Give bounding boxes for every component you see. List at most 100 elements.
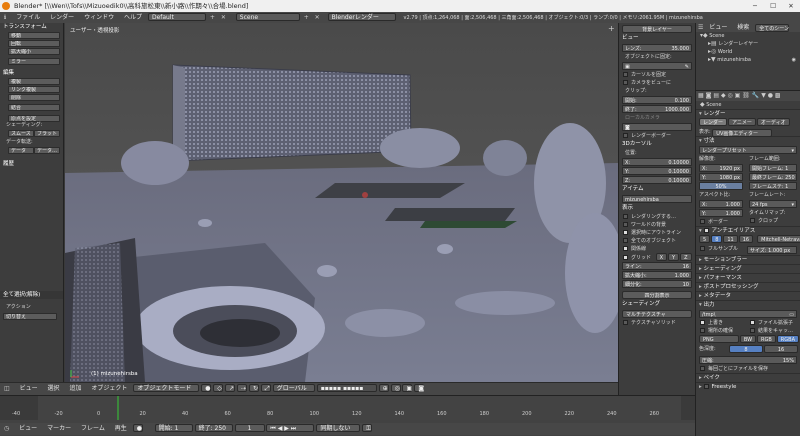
depth-8-button[interactable]: 8 (729, 345, 763, 353)
render-tab-icon[interactable]: ◙ (706, 92, 712, 100)
lock-object-field[interactable]: ▣ ✎ (622, 62, 692, 70)
duplicate-button[interactable]: 複製 (8, 78, 60, 85)
background-layer-button[interactable]: 背景レイヤー (622, 25, 692, 33)
menu-window[interactable]: ウィンドウ (80, 12, 118, 23)
menu-file[interactable]: ファイル (12, 12, 44, 23)
data-layout-button[interactable]: データ… (34, 147, 60, 154)
timeline-ruler[interactable]: -40 -20 0 20 40 60 80 100 120 140 160 180 200 220 240 2… (0, 396, 695, 420)
data-button[interactable]: データ (8, 147, 34, 154)
crop-checkbox[interactable]: クロップ (746, 217, 800, 225)
item-panel-header[interactable]: アイテム (619, 185, 695, 194)
mode-selector[interactable]: オブジェクトモード (133, 384, 200, 392)
aa-16-button[interactable]: 16 (738, 235, 754, 243)
outliner-search-menu[interactable]: 検索 (733, 23, 753, 32)
scene-tab-icon[interactable]: ◆ (721, 92, 726, 100)
render-button[interactable]: レンダー (699, 118, 728, 126)
color-rgba-button[interactable]: RGBA (776, 335, 799, 343)
aa-11-button[interactable]: 11 (723, 235, 738, 243)
grid-lines-field[interactable]: ライン: 16 (622, 262, 692, 270)
frame-start-field[interactable]: 開始フレーム: 1 (749, 164, 797, 172)
outliner-editor-icon[interactable]: ☰ (698, 24, 703, 32)
timeline-playback-menu[interactable]: 再生 (111, 423, 131, 435)
file-format-selector[interactable]: PNG (699, 335, 739, 343)
history-panel-header[interactable]: 履歴 (0, 160, 63, 168)
keying-set-icon[interactable]: ⚿ (362, 424, 373, 432)
add-menu[interactable]: 追加 (65, 383, 85, 395)
constraints-tab-icon[interactable]: ⛓ (742, 92, 750, 100)
flat-button[interactable]: フラット (34, 130, 60, 137)
start-frame-field[interactable]: 開始: 1 (154, 424, 193, 432)
compression-slider[interactable]: 圧縮: 15% (699, 356, 797, 364)
data-tab-icon[interactable]: ▼ (761, 92, 766, 100)
motion-blur-section-header[interactable]: モーションブラー (696, 255, 800, 264)
mirror-button[interactable]: ミラー (8, 58, 60, 65)
npanel-toggle-icon[interactable]: + (608, 25, 616, 33)
smooth-button[interactable]: スムース (8, 130, 34, 137)
axis-z-toggle[interactable]: Z (680, 253, 692, 261)
cache-result-checkbox[interactable]: 結果をキャッ… (746, 327, 800, 335)
resolution-y-field[interactable]: Y: 1080 px (699, 173, 743, 181)
rotate-manipulator[interactable]: ↻ (248, 384, 259, 392)
fps-selector[interactable]: 24 fps ▾ (749, 200, 797, 208)
visibility-eye-icon[interactable]: ◉ (792, 56, 796, 64)
matcap-selector[interactable]: マルチテクスチャ (622, 310, 692, 318)
outliner-display-mode[interactable]: 全てのシーン (755, 24, 790, 32)
sync-mode-selector[interactable]: 同期しない (316, 424, 361, 432)
border-checkbox[interactable]: ボーダー (696, 218, 746, 226)
outliner-renderlayer-row[interactable]: ▸▤ レンダーレイヤー (696, 40, 800, 48)
outliner-world-row[interactable]: ▸◎ World (696, 48, 800, 56)
lock-cursor-checkbox[interactable]: カーソルを固定 (619, 71, 695, 79)
manipulator-toggle[interactable]: ↗ (225, 384, 236, 392)
menu-help[interactable]: ヘルプ (120, 12, 146, 23)
world-background-checkbox[interactable]: ワールドの背景 (619, 221, 695, 229)
outline-selected-checkbox[interactable]: 選択時にアウトライン (619, 229, 695, 237)
properties-editor-icon[interactable]: ▦ (698, 92, 704, 100)
toggle-quad-view-button[interactable]: 四分割表示 (622, 291, 692, 299)
layout-remove-icon[interactable]: ✕ (221, 14, 226, 22)
clip-start-field[interactable]: 開始: 0.100 (622, 96, 692, 104)
record-icon[interactable]: ● (132, 424, 143, 432)
outliner-scene-row[interactable]: ▾◆ Scene (696, 32, 800, 40)
axis-x-toggle[interactable]: X (655, 253, 668, 261)
lock-camera-checkbox[interactable]: カメラをビューに (619, 79, 695, 87)
camera-icon[interactable]: ◙ (414, 384, 425, 392)
scale-button[interactable]: 拡大縮小 (8, 48, 60, 55)
proportional-edit-icon[interactable]: ◎ (390, 384, 401, 392)
timeline-editor-icon[interactable]: ◷ (0, 425, 13, 433)
render-layers-tab-icon[interactable]: ▤ (713, 92, 719, 100)
set-origin-button[interactable]: 原点を設定 (8, 115, 60, 122)
color-rgb-button[interactable]: RGB (757, 335, 776, 343)
only-render-checkbox[interactable]: レンダリングする… (619, 213, 695, 221)
object-tab-icon[interactable]: ▣ (735, 92, 741, 100)
current-frame-field[interactable]: 1 (234, 424, 265, 432)
lens-field[interactable]: レンズ: 35.000 (622, 44, 692, 52)
shading-selector[interactable]: ● (201, 384, 212, 392)
output-path-field[interactable]: /tmp\ ▭ (699, 310, 797, 318)
render-preset-selector[interactable]: レンダープリセット ▾ (699, 146, 797, 154)
render-preview-icon[interactable]: ▣ (402, 384, 413, 392)
clip-end-field[interactable]: 終了: 1000.000 (622, 105, 692, 113)
object-menu[interactable]: オブジェクト (87, 383, 131, 395)
overwrite-checkbox[interactable]: 上書き (696, 319, 746, 327)
item-name-field[interactable]: mizunehirsba (622, 195, 692, 203)
layout-add-icon[interactable]: + (210, 14, 215, 22)
timeline-marker-menu[interactable]: マーカー (43, 423, 75, 435)
timeline-view-menu[interactable]: ビュー (15, 423, 41, 435)
action-selector[interactable]: 切り替え (3, 313, 57, 320)
color-bw-button[interactable]: BW (739, 335, 757, 343)
view-panel-header[interactable]: ビュー (619, 34, 695, 43)
cursor-x-field[interactable]: X: 0.10000 (622, 158, 692, 166)
local-camera-field[interactable]: ◙ (622, 123, 692, 131)
all-objects-checkbox[interactable]: 全てのオブジェクト (619, 237, 695, 245)
3d-cursor-header[interactable]: 3Dカーソル (619, 140, 695, 149)
cursor-z-field[interactable]: Z: 0.10000 (622, 176, 692, 184)
close-button[interactable]: ✕ (782, 0, 800, 12)
bake-section-header[interactable]: ベイク (696, 373, 800, 382)
texture-tab-icon[interactable]: ▩ (775, 92, 781, 100)
output-section-header[interactable]: 出力 (696, 300, 800, 309)
move-manipulator[interactable]: ⇢ (237, 384, 248, 392)
edit-panel-header[interactable]: 編集 (0, 69, 63, 77)
aa-filter-selector[interactable]: Mitchell-Netravali (757, 235, 800, 243)
outliner-view-menu[interactable]: ビュー (705, 23, 731, 32)
duplicate-linked-button[interactable]: リンク複製 (8, 86, 60, 93)
